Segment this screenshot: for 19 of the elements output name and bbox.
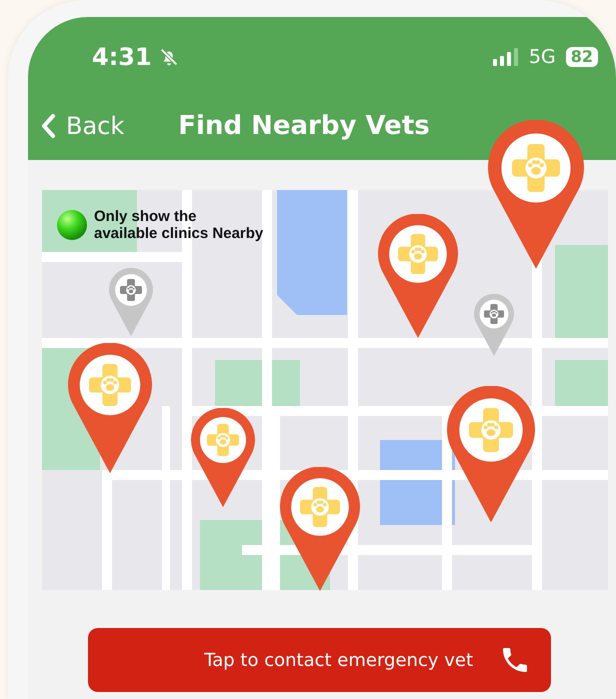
status-time: 4:31 — [92, 42, 152, 70]
signal-icon — [492, 48, 519, 66]
battery-level: 82 — [566, 46, 598, 66]
park-area — [555, 360, 608, 406]
map-pin[interactable] — [280, 467, 360, 591]
map-pin[interactable] — [488, 120, 584, 269]
page-title: Find Nearby Vets — [178, 111, 430, 141]
emergency-call-button[interactable]: Tap to contact emergency vet — [88, 628, 551, 692]
network-label: 5G — [528, 46, 556, 68]
map-pin[interactable] — [447, 386, 535, 522]
map-pin[interactable] — [68, 343, 152, 474]
map-pin[interactable] — [378, 214, 458, 338]
legend-dot-icon — [56, 209, 88, 241]
map-pin[interactable] — [474, 294, 514, 356]
map-pin[interactable] — [109, 268, 153, 336]
legend-text: Only show the available clinics Nearby — [94, 208, 264, 242]
map-pin[interactable] — [191, 408, 255, 508]
chevron-left-icon — [40, 113, 56, 139]
back-button[interactable]: Back — [40, 112, 124, 140]
